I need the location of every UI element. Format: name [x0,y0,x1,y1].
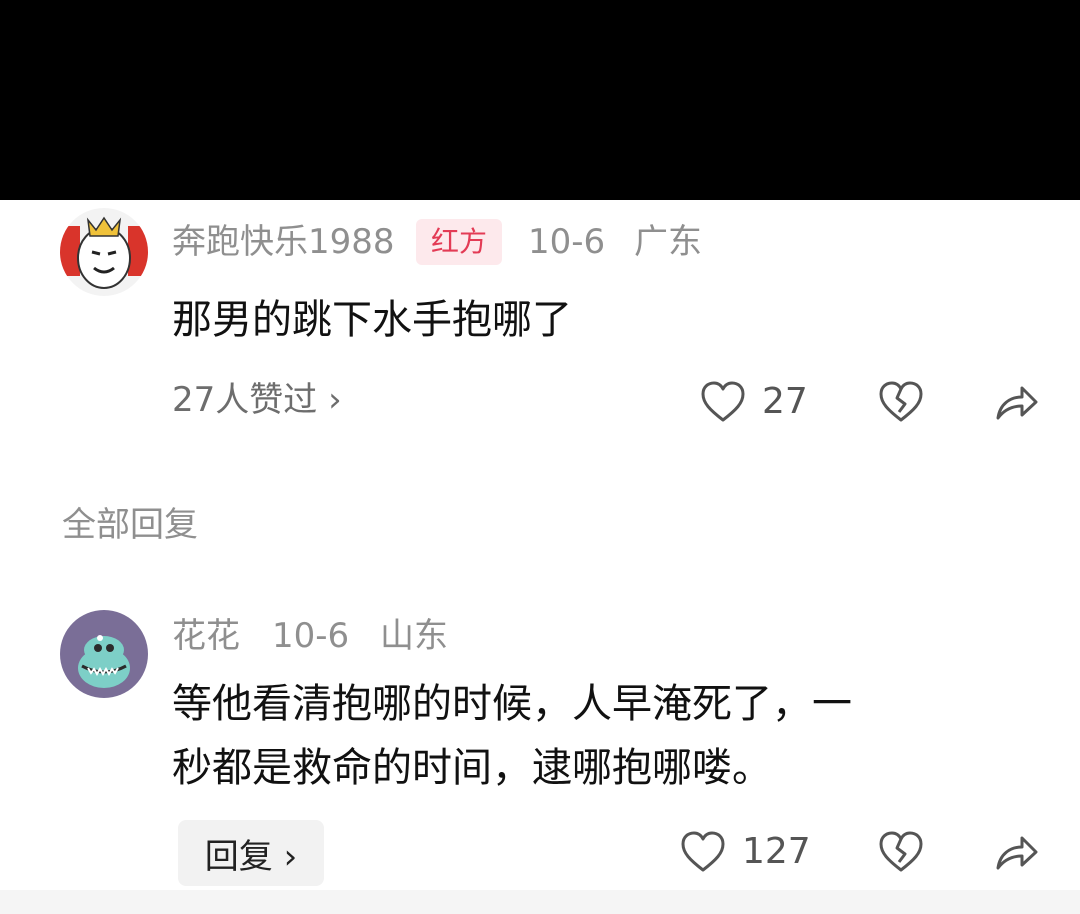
video-area [0,0,1080,200]
like-count: 127 [742,831,811,872]
dislike-button[interactable] [878,380,924,424]
username[interactable]: 花花 [172,614,240,658]
reply-date: 10-6 [272,616,350,656]
team-badge: 红方 [416,219,502,265]
bottom-divider [0,890,1080,914]
all-replies-title: 全部回复 [62,505,198,545]
reply-location: 山东 [380,616,448,656]
share-icon [996,386,1038,420]
comment-location: 广东 [634,222,702,262]
reply-text-line-2: 秒都是救命的时间，逮哪抱哪喽。 [172,745,772,791]
like-count: 27 [762,381,808,422]
reply-button[interactable]: 回复 › [178,820,324,886]
like-button[interactable]: 27 [700,380,808,424]
share-button[interactable] [994,380,1040,424]
share-button[interactable] [994,830,1040,874]
comment-date: 10-6 [528,222,606,262]
share-icon [996,836,1038,870]
dislike-button[interactable] [878,830,924,874]
heart-icon [701,381,745,422]
comment-text: 那男的跳下水手抱哪了 [172,297,572,343]
broken-heart-icon [879,381,923,422]
avatar[interactable] [60,208,148,296]
like-button[interactable]: 127 [680,830,811,874]
likers-link[interactable]: 27人赞过 › [172,378,342,422]
heart-icon [681,831,725,872]
avatar[interactable] [60,610,148,698]
username[interactable]: 奔跑快乐1988 [172,220,395,264]
broken-heart-icon [879,831,923,872]
reply-text-line-1: 等他看清抱哪的时候，人早淹死了，一 [172,681,852,727]
